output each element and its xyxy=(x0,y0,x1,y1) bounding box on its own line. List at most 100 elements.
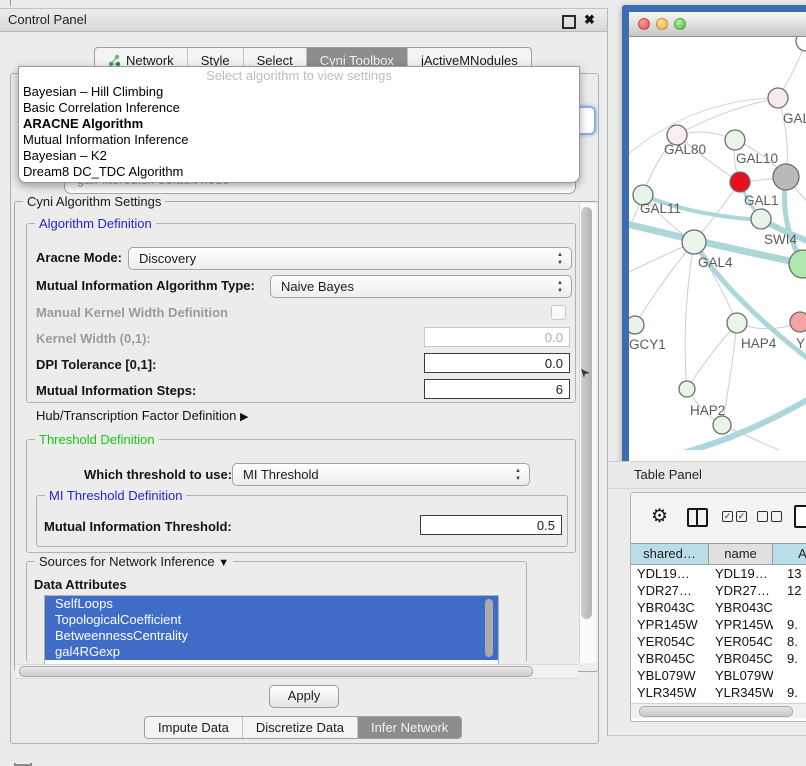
table-cell xyxy=(773,667,806,684)
float-panel-icon[interactable] xyxy=(562,15,576,29)
manual-kernel-checkbox[interactable] xyxy=(551,305,566,320)
settings-hscrollbar-thumb[interactable] xyxy=(19,666,533,677)
network-node-gal7-pink[interactable] xyxy=(768,88,788,108)
network-window-titlebar[interactable] xyxy=(629,12,806,37)
column-header[interactable]: A xyxy=(773,544,806,564)
table-panel-title: Table Panel xyxy=(634,467,702,482)
tab-infer-network[interactable]: Infer Network xyxy=(358,717,461,738)
close-traffic-light[interactable] xyxy=(638,18,650,30)
table-row[interactable]: YDR27…YDR27…12 xyxy=(631,582,806,599)
table-row[interactable]: YLR345WYLR345W9. xyxy=(631,684,806,701)
window-edge-fragment xyxy=(10,0,11,6)
network-canvas-svg: GALGAL80GAL10GAL1GAL11SWI4GAL4GCY1HAP4YH… xyxy=(629,37,806,450)
aracne-mode-combo[interactable]: Discovery ▲▼ xyxy=(128,247,572,270)
attribute-item[interactable]: SelfLoops xyxy=(45,596,498,612)
control-panel-window: Control Panel ✖ NetworkStyleSelectCyni T… xyxy=(0,8,608,736)
sources-title: Sources for Network Inference xyxy=(39,554,215,569)
table-row[interactable]: YBR045CYBR045C9. xyxy=(631,650,806,667)
gear-icon[interactable]: ⚙ xyxy=(651,505,668,528)
network-edge xyxy=(685,242,694,389)
unchecked-box-icon xyxy=(757,511,768,522)
attribute-list-scrollbar[interactable] xyxy=(485,599,493,657)
algorithm-option[interactable]: ARACNE Algorithm xyxy=(19,116,579,132)
node-label: HAP4 xyxy=(741,336,777,351)
table-row[interactable]: YBL079WYBL079W xyxy=(631,667,806,684)
kernel-width-field[interactable]: 0.0 xyxy=(424,327,570,347)
table-row[interactable]: YPR145WYPR145W9. xyxy=(631,616,806,633)
network-node-gcy1[interactable] xyxy=(629,316,644,334)
select-all-icon[interactable]: ✓ ✓ xyxy=(722,511,747,522)
mi-type-combo[interactable]: Naive Bayes ▲▼ xyxy=(270,275,572,298)
tab-label: Discretize Data xyxy=(256,720,344,735)
network-node-hap4[interactable] xyxy=(727,313,747,333)
manual-kernel-label: Manual Kernel Width Definition xyxy=(36,305,228,320)
table-cell: 9. xyxy=(773,616,806,633)
apply-button[interactable]: Apply xyxy=(269,685,339,708)
cyni-bottom-tabs: Impute Data Discretize Data Infer Network xyxy=(144,716,462,739)
which-threshold-label: Which threshold to use: xyxy=(84,467,232,482)
table-row[interactable]: YDL19…YDL19…13 xyxy=(631,565,806,582)
close-icon[interactable]: ✖ xyxy=(583,13,596,26)
hub-definition-expander[interactable]: Hub/Transcription Factor Definition ▶ xyxy=(36,408,248,423)
combo-arrows-icon: ▲▼ xyxy=(557,279,563,295)
table-cell: YER054C xyxy=(709,633,773,650)
algorithm-option[interactable]: Mutual Information Inference xyxy=(19,132,579,148)
table-cell: YLR345W xyxy=(631,684,709,701)
sources-expander[interactable]: Sources for Network Inference ▼ xyxy=(35,554,233,569)
which-threshold-value: MI Threshold xyxy=(243,467,319,482)
deselect-all-icon[interactable] xyxy=(757,511,782,522)
minimize-traffic-light[interactable] xyxy=(656,18,668,30)
table-cell: 9. xyxy=(773,684,806,701)
network-node-bottom-partial[interactable] xyxy=(713,416,731,434)
network-node-green-big[interactable] xyxy=(789,250,806,278)
table-row[interactable]: YBR043CYBR043C xyxy=(631,599,806,616)
node-label: SWI4 xyxy=(764,232,797,247)
table-row[interactable]: YER054CYER054C8. xyxy=(631,633,806,650)
combo-arrows-icon: ▲▼ xyxy=(515,467,521,483)
column-header[interactable]: shared… xyxy=(631,544,709,564)
which-threshold-combo[interactable]: MI Threshold ▲▼ xyxy=(232,463,530,486)
algorithm-option[interactable]: Bayesian – Hill Climbing xyxy=(19,84,579,100)
algorithm-option-list: Bayesian – Hill ClimbingBasic Correlatio… xyxy=(19,84,579,180)
algorithm-option[interactable]: Dream8 DC_TDC Algorithm xyxy=(19,164,579,180)
tab-impute-data[interactable]: Impute Data xyxy=(145,717,243,738)
attribute-item[interactable]: gal4RGexp xyxy=(45,644,498,660)
network-node-red[interactable] xyxy=(730,172,750,192)
mi-steps-field[interactable]: 6 xyxy=(424,379,570,399)
settings-scrollbar-thumb[interactable] xyxy=(581,207,592,619)
attribute-item[interactable]: TopologicalCoefficient xyxy=(45,612,498,628)
column-header[interactable]: name xyxy=(709,544,773,564)
algorithm-option[interactable]: Bayesian – K2 xyxy=(19,148,579,164)
network-node-gal4[interactable] xyxy=(682,230,706,254)
mi-threshold-field[interactable]: 0.5 xyxy=(420,515,562,535)
node-label: GCY1 xyxy=(629,337,666,352)
tab-label: Infer Network xyxy=(371,720,448,735)
kernel-width-label: Kernel Width (0,1): xyxy=(36,331,151,346)
mi-type-label: Mutual Information Algorithm Type: xyxy=(36,278,255,293)
network-node-top-partial[interactable] xyxy=(796,37,806,51)
network-canvas[interactable]: GALGAL80GAL10GAL1GAL11SWI4GAL4GCY1HAP4YH… xyxy=(629,37,806,450)
table-cell: YBR043C xyxy=(709,599,773,616)
algorithm-option[interactable]: Basic Correlation Inference xyxy=(19,100,579,116)
dpi-tolerance-label: DPI Tolerance [0,1]: xyxy=(36,357,156,372)
zoom-traffic-light[interactable] xyxy=(674,18,686,30)
network-node-swi4[interactable] xyxy=(751,209,771,229)
table-toolbar: ⚙ ✓ ✓ xyxy=(631,493,806,543)
network-node-gray[interactable] xyxy=(773,164,799,190)
network-node-pink-right[interactable] xyxy=(790,312,806,332)
table-hscrollbar-track[interactable] xyxy=(631,703,806,718)
group-title: Cyni Algorithm Settings xyxy=(23,194,165,209)
chevron-down-icon: ▼ xyxy=(218,557,229,569)
document-icon[interactable] xyxy=(794,505,806,528)
table-cell: YBR045C xyxy=(709,650,773,667)
panel-title: Control Panel xyxy=(8,12,87,27)
column-selector-icon[interactable] xyxy=(687,508,708,527)
tab-discretize-data[interactable]: Discretize Data xyxy=(243,717,358,738)
node-label: GAL11 xyxy=(640,201,681,216)
network-edge xyxy=(635,242,694,325)
network-node-gal10[interactable] xyxy=(725,130,745,150)
dpi-tolerance-field[interactable]: 0.0 xyxy=(424,353,570,373)
network-node-hap2[interactable] xyxy=(679,381,695,397)
attribute-item[interactable]: BetweennessCentrality xyxy=(45,628,498,644)
table-hscrollbar-thumb[interactable] xyxy=(639,706,793,717)
